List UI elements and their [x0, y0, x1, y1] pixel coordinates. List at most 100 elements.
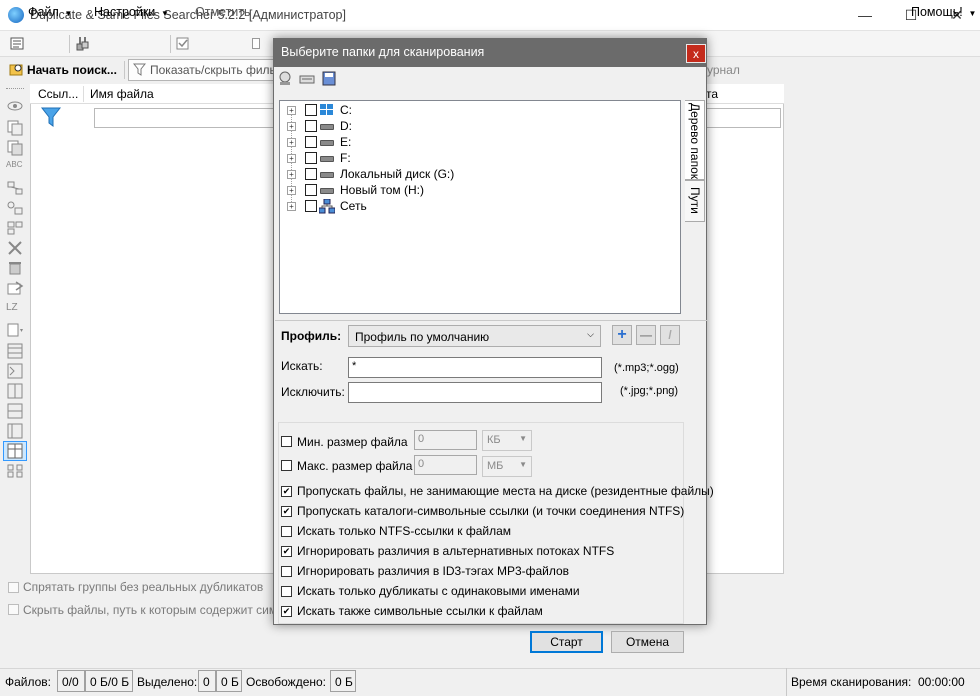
hide-groups-label: Спрятать группы без реальных дубликатов [23, 580, 264, 594]
search-mask-input[interactable]: * [348, 357, 602, 378]
settings-icon [75, 36, 90, 51]
tree-checkbox[interactable] [305, 104, 317, 116]
tree-checkbox[interactable] [305, 136, 317, 148]
view-icon[interactable] [6, 98, 24, 114]
expand-plus-icon[interactable]: + [287, 170, 296, 179]
drive-icon [320, 188, 334, 194]
expand-plus-icon[interactable]: + [287, 106, 296, 115]
group-icon[interactable] [6, 180, 24, 196]
drive-icon [320, 124, 334, 130]
max-size-checkbox[interactable] [281, 460, 292, 471]
dialog-close-button[interactable]: x [686, 44, 706, 63]
max-size-input[interactable]: 0 [414, 455, 477, 475]
column-header-date[interactable]: та [706, 87, 718, 101]
grid-view-2-icon[interactable] [6, 363, 24, 379]
menu-mark[interactable]: Отметить [195, 5, 251, 19]
tab-paths[interactable]: Пути [685, 180, 705, 222]
paste-icon[interactable] [6, 322, 24, 338]
option-checkbox[interactable] [281, 486, 292, 497]
recycle-icon[interactable] [6, 260, 24, 276]
option-checkbox[interactable] [281, 566, 292, 577]
option-checkbox[interactable] [281, 606, 292, 617]
expand-plus-icon[interactable]: + [287, 154, 296, 163]
move-icon[interactable] [6, 280, 24, 296]
max-size-unit-select[interactable]: МБ ▼ [482, 456, 532, 477]
files-count: 0/0 [57, 670, 85, 692]
expand-plus-icon[interactable]: + [287, 122, 296, 131]
add-folder-icon[interactable] [277, 71, 293, 86]
menu-separator [69, 35, 70, 53]
min-size-checkbox[interactable] [281, 436, 292, 447]
option-checkbox[interactable] [281, 506, 292, 517]
copy-files-icon[interactable] [6, 120, 24, 136]
hide-files-label: Скрыть файлы, путь к которым содержит си… [23, 603, 291, 617]
drive-icon [320, 156, 334, 162]
save-list-icon[interactable] [321, 71, 337, 86]
compress-lz-icon[interactable]: LZ [6, 302, 24, 318]
option-label: Игнорировать различия в ID3-тэгах MP3-фа… [297, 564, 570, 578]
date-filter-input[interactable] [706, 108, 781, 128]
start-search-button[interactable]: Начать поиск... [27, 63, 117, 77]
duplicate-pages-icon[interactable] [6, 140, 24, 156]
column-header-link[interactable]: Ссыл... [38, 87, 78, 101]
group-settings-icon[interactable] [6, 200, 24, 216]
tree-checkbox[interactable] [305, 200, 317, 212]
menu-settings[interactable]: Настройки ▼ [94, 5, 169, 19]
menu-file[interactable]: Файл ▼ [28, 5, 72, 19]
tab-folder-tree[interactable]: Дерево папок [685, 100, 705, 180]
option-checkbox[interactable] [281, 546, 292, 557]
search-mask-label: Искать: [281, 359, 323, 373]
start-button[interactable]: Старт [530, 631, 603, 653]
grid-view-4-icon[interactable] [6, 403, 24, 419]
expand-plus-icon[interactable]: + [287, 138, 296, 147]
add-path-icon[interactable] [299, 71, 315, 86]
tab-paths-label: Пути [688, 187, 702, 214]
rename-abc-icon[interactable]: ABC [6, 160, 24, 176]
dialog-title: Выберите папки для сканирования [281, 45, 485, 59]
add-profile-button[interactable]: + [612, 325, 632, 345]
file-menu-icon [10, 37, 24, 50]
expand-plus-icon[interactable]: + [287, 202, 296, 211]
tree-checkbox[interactable] [305, 152, 317, 164]
minimize-button[interactable]: — [842, 0, 888, 30]
tree-item-label: E: [340, 135, 352, 149]
profile-select-value: Профиль по умолчанию [355, 330, 490, 344]
network-icon [318, 198, 336, 214]
hide-files-checkbox[interactable] [8, 604, 19, 615]
tree-item-label: Локальный диск (G:) [340, 167, 455, 181]
menu-help[interactable]: Помощь! ▼ [911, 5, 976, 19]
tree-checkbox[interactable] [305, 120, 317, 132]
chevron-down-icon: ▼ [519, 434, 527, 443]
min-size-unit-select[interactable]: КБ ▼ [482, 430, 532, 451]
select-icon[interactable] [6, 220, 24, 236]
tree-item-label: C: [340, 103, 352, 117]
dropdown-arrow-icon: ▼ [966, 9, 977, 18]
tree-checkbox[interactable] [305, 184, 317, 196]
column-header-filename[interactable]: Имя файла [90, 87, 154, 101]
tree-checkbox[interactable] [305, 168, 317, 180]
journal-button-label[interactable]: урнал [707, 63, 740, 77]
grid-view-selected-icon[interactable] [3, 441, 27, 461]
option-checkbox[interactable] [281, 586, 292, 597]
grid-view-1-icon[interactable] [6, 343, 24, 359]
expand-plus-icon[interactable]: + [287, 186, 296, 195]
max-size-label: Макс. размер файла [297, 459, 413, 473]
tree-item-label: Сеть [340, 199, 367, 213]
option-checkbox[interactable] [281, 526, 292, 537]
exclude-mask-input[interactable] [348, 382, 602, 403]
drive-icon [320, 140, 334, 146]
hide-groups-checkbox[interactable] [8, 582, 19, 593]
edit-profile-button[interactable]: / [660, 325, 680, 345]
filename-filter-input[interactable] [94, 108, 274, 128]
grid-view-3-icon[interactable] [6, 383, 24, 399]
grid-view-5-icon[interactable] [6, 423, 24, 439]
cancel-button[interactable]: Отмена [611, 631, 684, 653]
remove-profile-button[interactable]: — [636, 325, 656, 345]
option-label: Искать также символьные ссылки к файлам [297, 604, 543, 618]
min-size-input[interactable]: 0 [414, 430, 477, 450]
profile-select[interactable]: Профиль по умолчанию ⌵ [348, 325, 601, 347]
expand-icon[interactable] [6, 463, 24, 479]
grid-filter-icon[interactable] [40, 106, 62, 128]
delete-icon[interactable] [6, 240, 24, 256]
tree-item-label: D: [340, 119, 352, 133]
